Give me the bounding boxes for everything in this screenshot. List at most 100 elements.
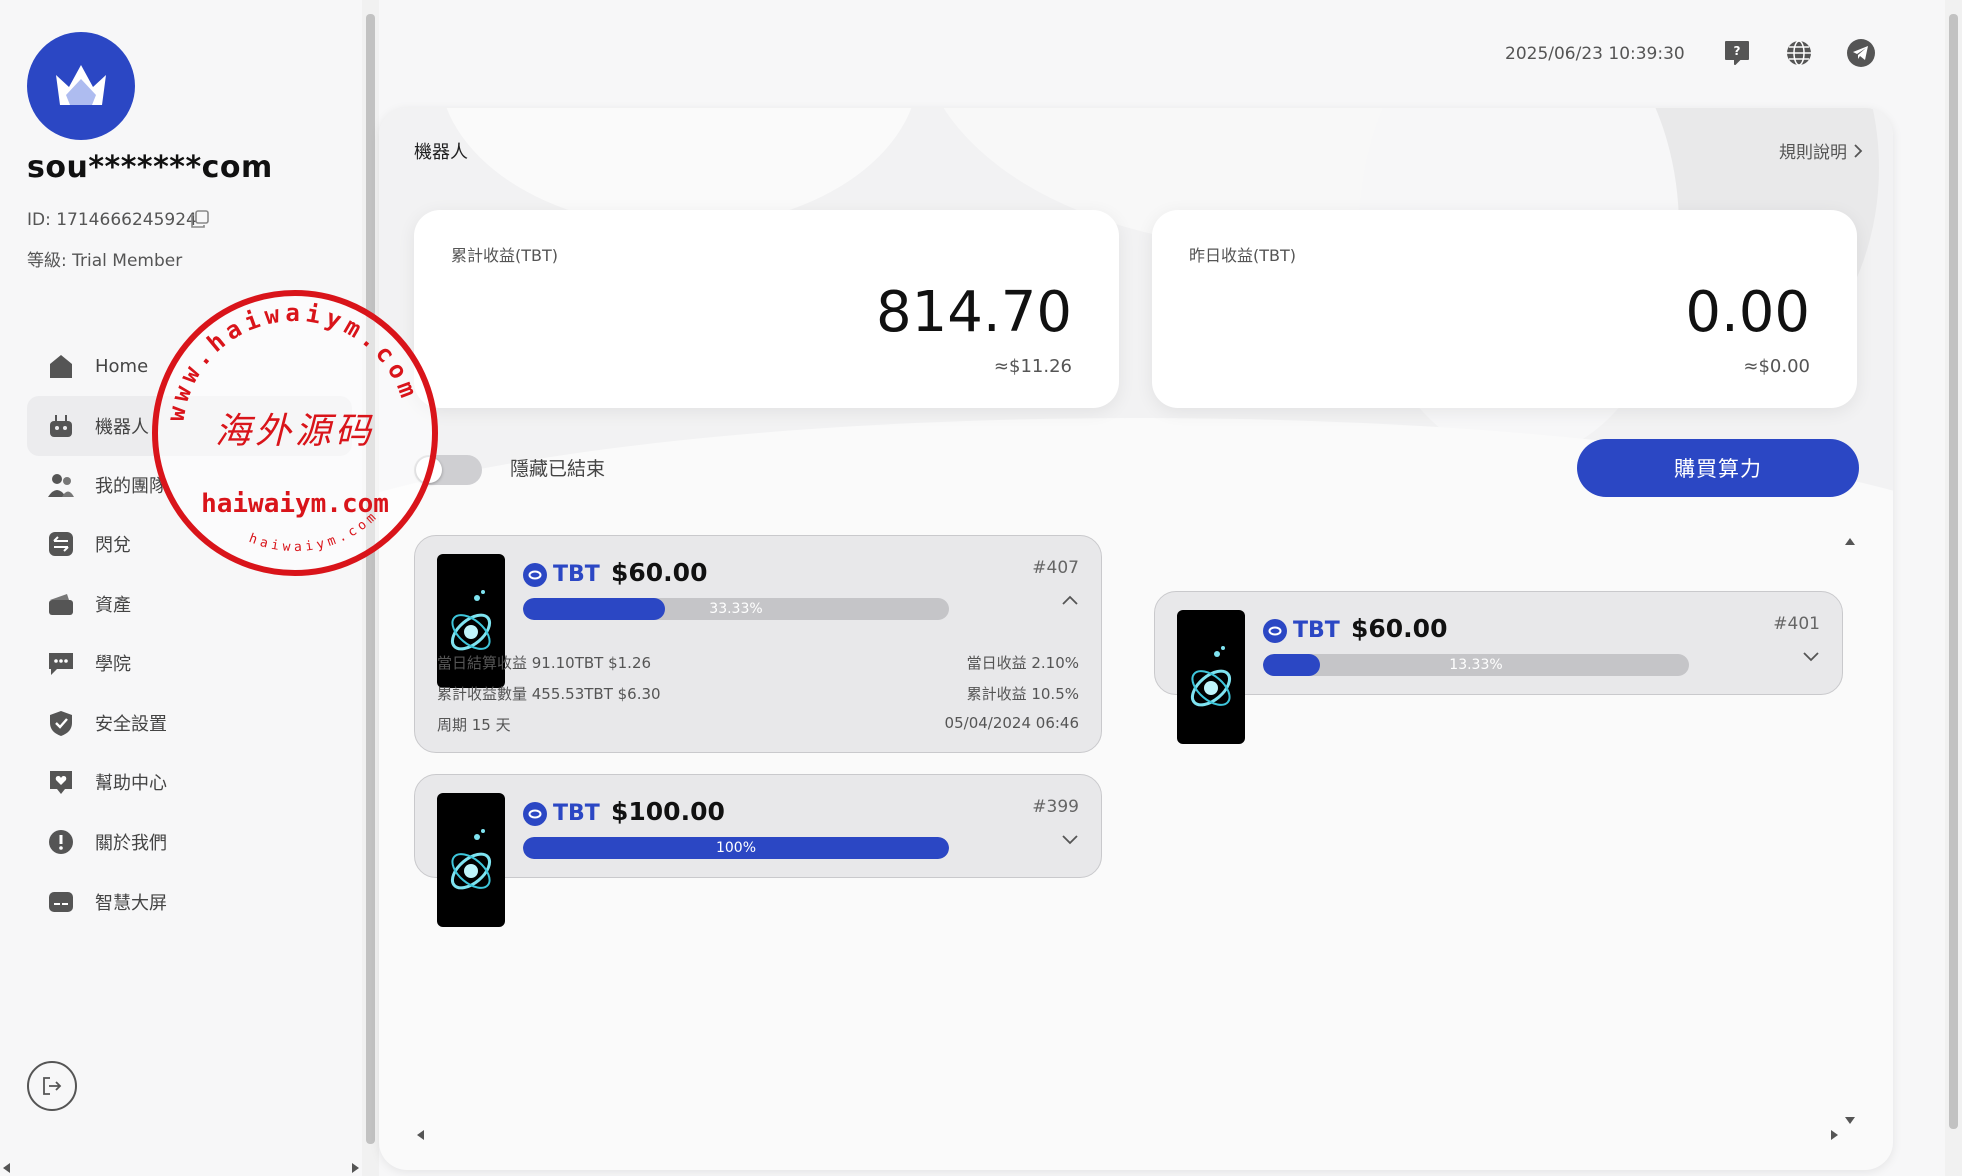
- sidebar-item-label: 資產: [95, 595, 131, 616]
- robot-progress-bar: 100%: [523, 837, 949, 859]
- total-income-label: 累計收益(TBT): [451, 246, 559, 265]
- robot-card[interactable]: TBT $100.00 #399 100%: [414, 774, 1102, 927]
- sidebar-scroll-right[interactable]: [352, 1163, 359, 1173]
- robot-coin: TBT: [523, 562, 600, 587]
- coin-label: TBT: [1293, 618, 1340, 643]
- robot-thumbnail: [1177, 610, 1245, 744]
- rules-link[interactable]: 規則說明: [1779, 138, 1863, 163]
- avatar[interactable]: [27, 32, 135, 140]
- progress-label: 13.33%: [1449, 657, 1503, 673]
- user-id: ID: 1714666245924: [27, 210, 197, 230]
- username: sou*******com: [27, 150, 273, 185]
- total-income-card: 累計收益(TBT) 814.70 ≈$11.26: [414, 210, 1119, 408]
- team-icon: [47, 471, 75, 499]
- question-bubble-icon: ?: [1725, 41, 1749, 65]
- chevron-down-icon[interactable]: [1802, 650, 1820, 662]
- period-detail: 周期 15 天: [437, 716, 511, 734]
- page-scrollbar-thumb[interactable]: [1949, 14, 1958, 1129]
- sidebar-item-label: 閃兌: [95, 535, 131, 556]
- info-icon: [47, 828, 75, 856]
- sidebar-item-academy[interactable]: 學院: [27, 633, 352, 693]
- robot-card[interactable]: TBT $60.00 #407 33.33% 當日結算收益 91.10TBT $…: [414, 535, 1102, 753]
- sidebar-item-label: 智慧大屏: [95, 893, 167, 914]
- coin-label: TBT: [553, 562, 600, 587]
- sidebar-item-about[interactable]: 關於我們: [27, 812, 352, 872]
- yesterday-income-card: 昨日收益(TBT) 0.00 ≈$0.00: [1152, 210, 1857, 408]
- sidebar-item-screen[interactable]: 智慧大屏: [27, 872, 352, 932]
- chevron-right-icon: [1854, 143, 1863, 158]
- svg-text:?: ?: [1734, 44, 1741, 58]
- sidebar-scrollbar-thumb[interactable]: [366, 14, 375, 1144]
- sidebar-item-security[interactable]: 安全設置: [27, 693, 352, 753]
- robot-number: #399: [1032, 797, 1079, 817]
- robot-amount: $100.00: [611, 797, 725, 826]
- list-scroll-down[interactable]: [1845, 1117, 1855, 1124]
- swap-icon: [47, 530, 75, 558]
- watermark-center-text: 海外源码: [215, 411, 375, 452]
- rules-label: 規則說明: [1779, 143, 1847, 163]
- start-date-detail: 05/04/2024 06:46: [944, 714, 1079, 732]
- home-icon: [47, 352, 75, 380]
- sidebar: sou*******com ID: 1714666245924 等級: Tria…: [0, 0, 362, 1166]
- chat-icon: [47, 649, 75, 677]
- total-rate-detail: 累計收益 10.5%: [966, 685, 1079, 703]
- globe-icon: [1787, 40, 1811, 66]
- robot-panel: 機器人 規則說明 累計收益(TBT) 814.70 ≈$11.26 昨日收益(T…: [379, 108, 1893, 1170]
- panel-title: 機器人: [414, 142, 468, 163]
- language-button[interactable]: [1784, 38, 1814, 68]
- wallet-icon: [47, 590, 75, 618]
- total-income-usd: ≈$11.26: [993, 356, 1072, 377]
- sidebar-item-help[interactable]: 幫助中心: [27, 752, 352, 812]
- total-income-detail: 累計收益數量 455.53TBT $6.30: [437, 685, 661, 703]
- sidebar-item-label: 關於我們: [95, 833, 167, 854]
- shield-icon: [47, 709, 75, 737]
- watermark-stamp: www.haiwaiym.com 海外源码 haiwaiym.com haiwa…: [152, 290, 438, 576]
- logout-button[interactable]: [27, 1061, 77, 1111]
- robot-progress-bar: 33.33%: [523, 598, 949, 620]
- robot-coin: TBT: [523, 801, 600, 826]
- sidebar-item-label: 幫助中心: [95, 773, 167, 794]
- user-level: 等級: Trial Member: [27, 251, 183, 271]
- robot-coin: TBT: [1263, 618, 1340, 643]
- list-scroll-right[interactable]: [1831, 1130, 1838, 1140]
- sidebar-item-label: Home: [95, 355, 149, 377]
- list-scroll-up[interactable]: [1845, 538, 1855, 545]
- tbt-coin-icon: [523, 562, 547, 587]
- robot-icon: [47, 412, 75, 440]
- robot-thumbnail: [437, 793, 505, 927]
- tbt-coin-icon: [1263, 618, 1287, 643]
- chevron-up-icon[interactable]: [1061, 594, 1079, 606]
- buy-hashpower-button[interactable]: 購買算力: [1577, 439, 1859, 497]
- daily-income-detail: 當日結算收益 91.10TBT $1.26: [437, 654, 652, 672]
- telegram-icon: [1847, 39, 1875, 67]
- progress-label: 100%: [715, 840, 757, 856]
- current-datetime: 2025/06/23 10:39:30: [1505, 44, 1685, 64]
- daily-rate-detail: 當日收益 2.10%: [966, 654, 1079, 672]
- robot-number: #401: [1773, 614, 1820, 634]
- robot-progress-bar: 13.33%: [1263, 654, 1689, 676]
- coin-label: TBT: [553, 801, 600, 826]
- yesterday-income-usd: ≈$0.00: [1743, 356, 1810, 377]
- sidebar-item-assets[interactable]: 資產: [27, 574, 352, 634]
- robot-amount: $60.00: [611, 558, 708, 587]
- sidebar-item-label: 學院: [95, 654, 131, 675]
- list-scroll-left[interactable]: [417, 1130, 424, 1140]
- sidebar-item-label: 安全設置: [95, 714, 167, 735]
- hide-finished-label: 隱藏已結束: [510, 458, 606, 480]
- screen-icon: [47, 888, 75, 916]
- watermark-domain-text: haiwaiym.com: [201, 489, 389, 519]
- telegram-button[interactable]: [1846, 38, 1876, 68]
- robot-number: #407: [1032, 558, 1079, 578]
- copy-icon[interactable]: [190, 209, 210, 229]
- robot-amount: $60.00: [1351, 614, 1448, 643]
- chevron-down-icon[interactable]: [1061, 833, 1079, 845]
- tbt-coin-icon: [523, 801, 547, 826]
- sidebar-scroll-left[interactable]: [3, 1163, 10, 1173]
- yesterday-income-label: 昨日收益(TBT): [1189, 246, 1297, 265]
- sidebar-item-label: 機器人: [95, 417, 149, 438]
- progress-label: 33.33%: [709, 601, 763, 617]
- total-income-value: 814.70: [876, 280, 1072, 345]
- robot-card[interactable]: TBT $60.00 #401 13.33%: [1154, 591, 1843, 744]
- crown-icon: [56, 65, 106, 105]
- help-button[interactable]: ?: [1722, 38, 1752, 68]
